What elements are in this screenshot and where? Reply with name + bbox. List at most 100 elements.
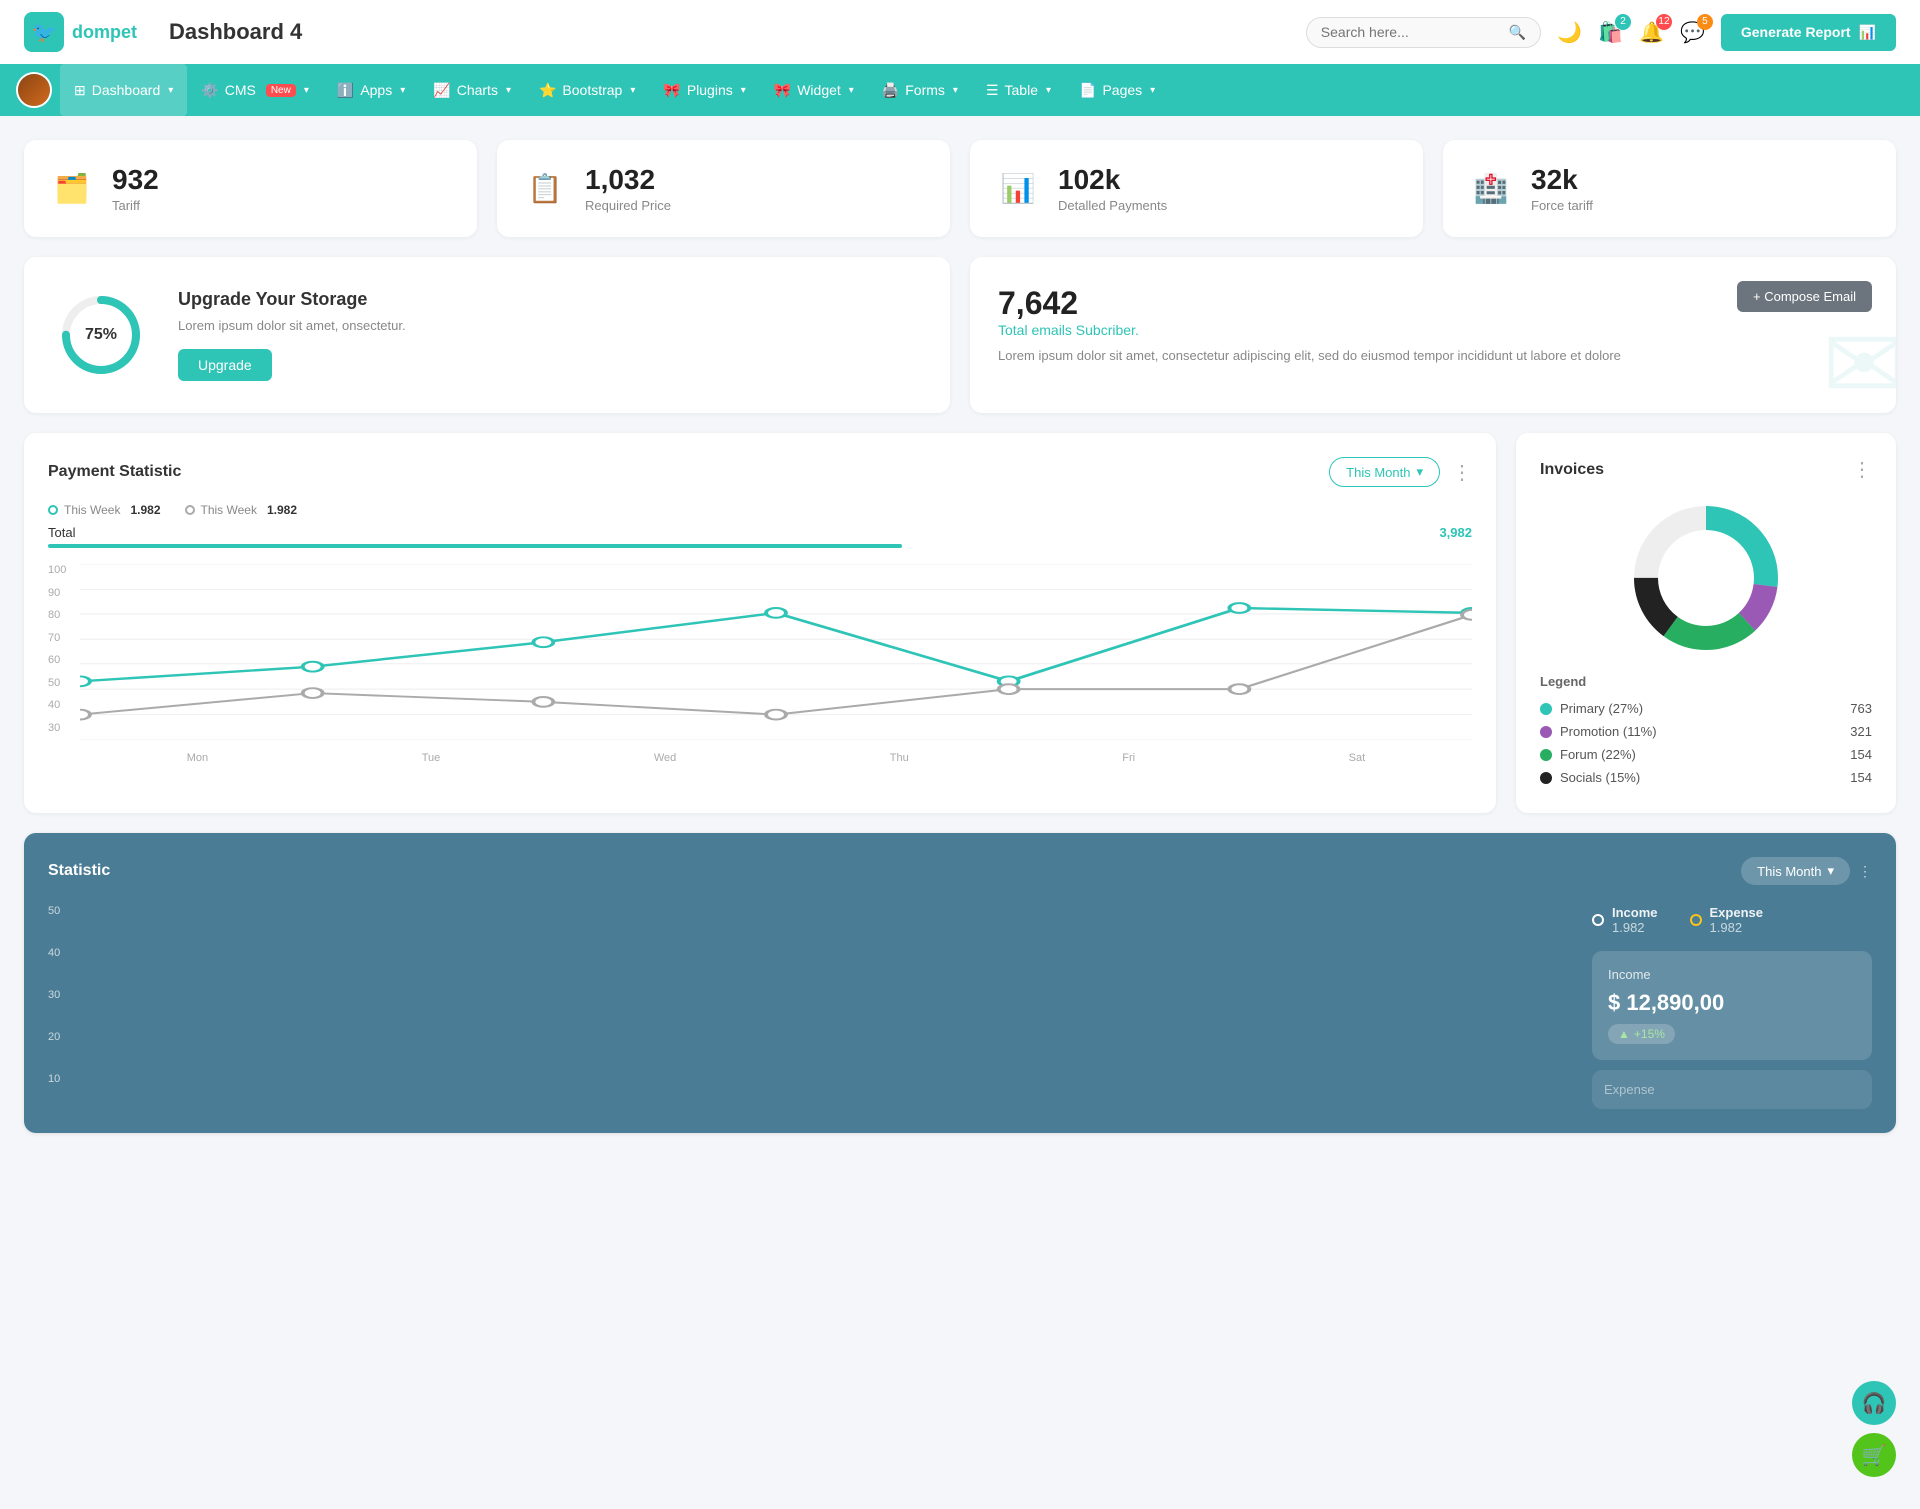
chevron-down-icon-charts: ▾ xyxy=(506,85,511,96)
stat-card-force: 🏥 32k Force tariff xyxy=(1443,140,1896,237)
cart-icon[interactable]: 🛍️ 2 xyxy=(1598,20,1623,45)
dashboard-icon: ⊞ xyxy=(74,82,86,99)
legend-label-2: This Week xyxy=(201,503,257,517)
total-bar xyxy=(48,544,902,548)
payments-label: Detalled Payments xyxy=(1058,198,1167,213)
stat-card-payments: 📊 102k Detalled Payments xyxy=(970,140,1423,237)
promotion-value: 321 xyxy=(1850,724,1872,739)
legend-value-2: 1.982 xyxy=(267,503,297,517)
nav-label-bootstrap: Bootstrap xyxy=(562,82,622,98)
charts-icon: 📈 xyxy=(433,82,450,99)
month-select-button[interactable]: This Month ▾ xyxy=(1329,457,1440,487)
statistic-title: Statistic xyxy=(48,862,110,880)
forum-label: Forum (22%) xyxy=(1560,747,1636,762)
statistic-month-button[interactable]: This Month ▾ xyxy=(1741,857,1850,885)
income-legend: Income 1.982 xyxy=(1592,905,1658,935)
fab-cart-button[interactable]: 🛒 xyxy=(1852,1433,1896,1477)
y-axis-labels: 10090807060504030 xyxy=(48,564,66,734)
more-options-icon[interactable]: ⋮ xyxy=(1452,460,1472,485)
storage-progress: 75% xyxy=(56,290,146,380)
legend-list-item-promotion: Promotion (11%) 321 xyxy=(1540,720,1872,743)
logo: 🐦 dompet xyxy=(24,12,137,52)
sidebar-item-bootstrap[interactable]: ⭐ Bootstrap ▾ xyxy=(525,64,649,116)
income-badge: ▲ +15% xyxy=(1608,1024,1675,1044)
storage-percent: 75% xyxy=(85,326,117,344)
income-badge-value: +15% xyxy=(1634,1027,1665,1041)
sidebar-item-pages[interactable]: 📄 Pages ▾ xyxy=(1065,64,1169,116)
statistic-more-icon[interactable]: ⋮ xyxy=(1858,863,1872,880)
chat-icon[interactable]: 💬 5 xyxy=(1680,20,1705,45)
donut-chart xyxy=(1540,498,1872,658)
expense-legend-value: 1.982 xyxy=(1710,920,1763,935)
chevron-down-icon-bootstrap: ▾ xyxy=(630,85,635,96)
legend-label-1: This Week xyxy=(64,503,120,517)
stat-main: 5040302010 xyxy=(48,905,1872,1109)
moon-icon[interactable]: 🌙 xyxy=(1557,20,1582,45)
invoices-card: Invoices ⋮ Legend xyxy=(1516,433,1896,813)
sidebar-item-widget[interactable]: 🎀 Widget ▾ xyxy=(760,64,868,116)
income-label: Income xyxy=(1612,905,1658,920)
expense-label: Expense xyxy=(1710,905,1763,920)
chevron-down-icon-widget: ▾ xyxy=(849,85,854,96)
bar-chart-wrapper: 5040302010 xyxy=(48,905,1572,1109)
sidebar-item-dashboard[interactable]: ⊞ Dashboard ▾ xyxy=(60,64,187,116)
line-chart xyxy=(80,564,1472,740)
primary-value: 763 xyxy=(1850,701,1872,716)
search-input[interactable] xyxy=(1321,24,1501,40)
nav-label-widget: Widget xyxy=(797,82,841,98)
stat-card-price: 📋 1,032 Required Price xyxy=(497,140,950,237)
logo-icon: 🐦 xyxy=(24,12,64,52)
sidebar-item-apps[interactable]: ℹ️ Apps ▾ xyxy=(323,64,419,116)
socials-value: 154 xyxy=(1850,770,1872,785)
sidebar-item-forms[interactable]: 🖨️ Forms ▾ xyxy=(868,64,972,116)
search-icon: 🔍 xyxy=(1509,24,1526,41)
force-icon: 🏥 xyxy=(1467,165,1515,213)
payment-total-row: Total 3,982 xyxy=(48,525,1472,540)
chevron-down-icon-table: ▾ xyxy=(1046,85,1051,96)
nav-label-table: Table xyxy=(1005,82,1038,98)
invoices-header: Invoices ⋮ xyxy=(1540,457,1872,482)
cart-badge: 2 xyxy=(1615,14,1631,30)
income-box-title: Income xyxy=(1608,967,1856,982)
nav-label-pages: Pages xyxy=(1102,82,1142,98)
primary-color xyxy=(1540,703,1552,715)
legend-item-1: This Week 1.982 xyxy=(48,503,161,517)
nav-label-plugins: Plugins xyxy=(687,82,733,98)
legend-list-item-forum: Forum (22%) 154 xyxy=(1540,743,1872,766)
chevron-down-icon: ▾ xyxy=(168,85,173,96)
line-chart-area: 10090807060504030 xyxy=(48,564,1472,764)
sidebar-item-charts[interactable]: 📈 Charts ▾ xyxy=(419,64,525,116)
fab-headset-button[interactable]: 🎧 xyxy=(1852,1381,1896,1425)
bar-chart-content xyxy=(80,905,1572,1085)
header: 🐦 dompet Dashboard 4 🔍 🌙 🛍️ 2 🔔 12 💬 5 G… xyxy=(0,0,1920,64)
upgrade-button[interactable]: Upgrade xyxy=(178,349,272,381)
chevron-down-icon-pages: ▾ xyxy=(1150,85,1155,96)
bell-icon[interactable]: 🔔 12 xyxy=(1639,20,1664,45)
generate-report-button[interactable]: Generate Report 📊 xyxy=(1721,14,1896,51)
payment-controls: This Month ▾ ⋮ xyxy=(1329,457,1472,487)
header-icons: 🌙 🛍️ 2 🔔 12 💬 5 xyxy=(1557,20,1705,45)
report-icon: 📊 xyxy=(1859,24,1876,41)
x-axis-labels: MonTueWedThuFriSat xyxy=(80,752,1472,764)
payment-title: Payment Statistic xyxy=(48,463,181,481)
mid-row: 75% Upgrade Your Storage Lorem ipsum dol… xyxy=(24,257,1896,413)
legend-section: Legend xyxy=(1540,674,1872,689)
tariff-label: Tariff xyxy=(112,198,159,213)
email-subtitle: Total emails Subcriber. xyxy=(998,322,1868,338)
chevron-down-icon-plugins: ▾ xyxy=(741,85,746,96)
payment-header: Payment Statistic This Month ▾ ⋮ xyxy=(48,457,1472,487)
plugins-icon: 🎀 xyxy=(663,82,680,99)
sidebar-item-table[interactable]: ☰ Table ▾ xyxy=(972,64,1065,116)
statistic-controls: This Month ▾ ⋮ xyxy=(1741,857,1872,885)
primary-label: Primary (27%) xyxy=(1560,701,1643,716)
chevron-down-icon-stat: ▾ xyxy=(1827,863,1834,879)
promotion-label: Promotion (11%) xyxy=(1560,724,1657,739)
search-box: 🔍 xyxy=(1306,17,1541,48)
sidebar-item-plugins[interactable]: 🎀 Plugins ▾ xyxy=(649,64,759,116)
invoices-more-icon[interactable]: ⋮ xyxy=(1852,457,1872,482)
page-title: Dashboard 4 xyxy=(169,19,1306,45)
fab-buttons: 🎧 🛒 xyxy=(1852,1381,1896,1477)
income-legend-value: 1.982 xyxy=(1612,920,1658,935)
sidebar-item-cms[interactable]: ⚙️ CMS New ▾ xyxy=(187,64,323,116)
price-icon: 📋 xyxy=(521,165,569,213)
